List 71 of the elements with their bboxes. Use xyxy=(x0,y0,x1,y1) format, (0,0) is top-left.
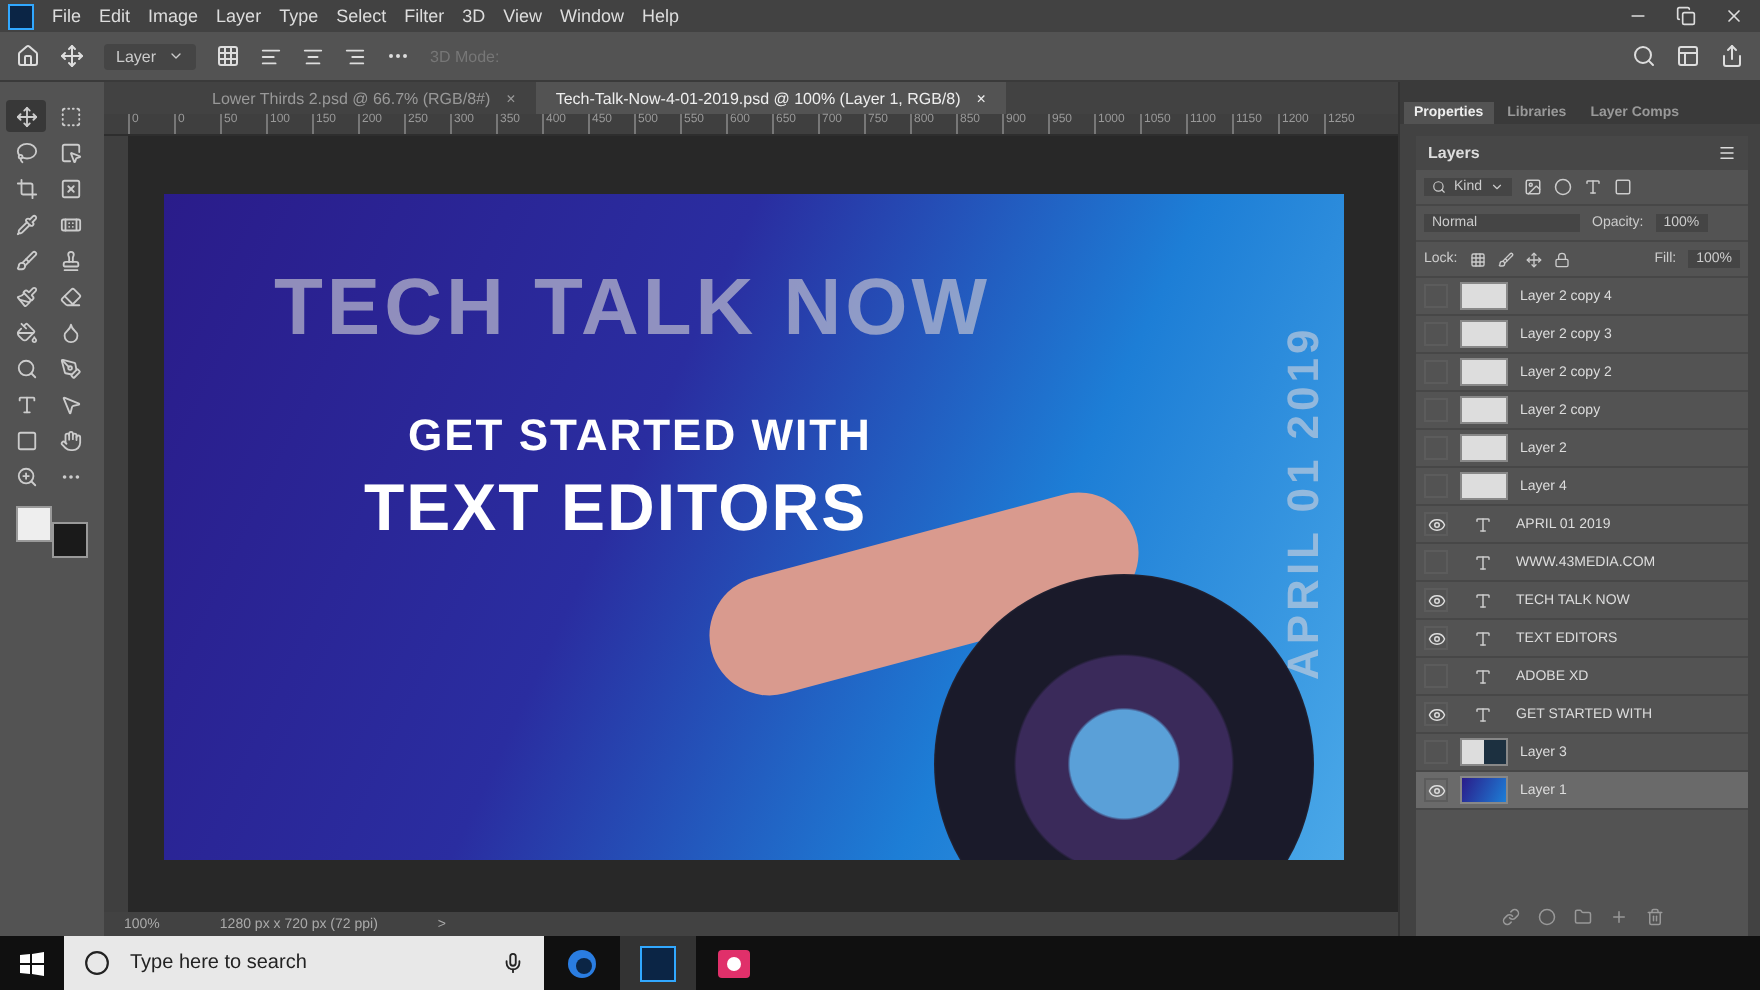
type-filter-icon[interactable] xyxy=(1584,178,1603,196)
title-text: TECH TALK NOW xyxy=(274,264,992,354)
adjustment-filter-icon[interactable] xyxy=(1554,178,1573,196)
menu-item[interactable]: Image xyxy=(148,6,199,26)
align-left-icon[interactable] xyxy=(260,45,283,67)
menu-item[interactable]: Filter xyxy=(404,6,445,26)
menu-item[interactable]: 3D xyxy=(462,6,486,26)
layer-thumbnail xyxy=(1460,472,1508,500)
menu-item[interactable]: View xyxy=(503,6,542,26)
chevron-down-icon xyxy=(1490,180,1505,194)
windows-logo-icon[interactable] xyxy=(20,951,44,975)
taskbar-search-field[interactable]: Type here to search xyxy=(64,936,544,990)
folder-icon[interactable] xyxy=(1573,908,1591,926)
move-lock-icon[interactable] xyxy=(1525,251,1542,267)
text-layer-icon xyxy=(1473,629,1491,647)
text-layer-icon xyxy=(1473,591,1491,609)
menu-item[interactable]: Select xyxy=(336,6,387,26)
align-center-icon[interactable] xyxy=(302,45,325,67)
menu-item[interactable]: Edit xyxy=(99,6,131,26)
subtitle-text: GET STARTED WITH xyxy=(408,410,872,462)
shape-filter-icon[interactable] xyxy=(1614,178,1633,196)
search-input[interactable]: Type here to search xyxy=(126,950,486,976)
chevron-down-icon xyxy=(168,48,185,64)
microphone-icon[interactable] xyxy=(502,952,524,974)
layer-thumbnail xyxy=(1460,282,1508,310)
home-icon[interactable] xyxy=(16,44,40,68)
restore-icon[interactable] xyxy=(1676,6,1696,26)
lock-pixels-icon[interactable] xyxy=(1469,251,1486,267)
link-icon[interactable] xyxy=(1501,908,1519,926)
headline-text: TEXT EDITORS xyxy=(364,470,868,546)
search-icon[interactable] xyxy=(1632,44,1656,68)
foreground-color-swatch[interactable] xyxy=(16,506,52,542)
grid-icon[interactable] xyxy=(216,44,241,68)
menu-item[interactable]: Help xyxy=(641,6,679,26)
date-text: APRIL 01 2019 xyxy=(1278,323,1330,680)
layer-thumbnail xyxy=(1460,396,1508,424)
layer-thumbnail xyxy=(1460,320,1508,348)
text-layer-icon xyxy=(1473,705,1491,723)
move-tool-icon[interactable] xyxy=(6,100,46,132)
layers-title: Layers xyxy=(1428,144,1480,162)
adjustment-icon[interactable] xyxy=(1537,908,1555,926)
search-icon xyxy=(1432,180,1446,194)
photoshop-taskbar-icon[interactable] xyxy=(620,936,696,990)
workspace-icon[interactable] xyxy=(1676,44,1700,68)
app-logo-icon xyxy=(8,3,34,29)
image-filter-icon[interactable] xyxy=(1524,178,1543,196)
layer-select[interactable]: Layer xyxy=(104,43,197,69)
layer-thumbnail xyxy=(1460,776,1508,804)
align-right-icon[interactable] xyxy=(344,45,367,67)
text-layer-icon xyxy=(1473,553,1491,571)
menu-item[interactable]: Window xyxy=(559,6,624,26)
trash-icon[interactable] xyxy=(1645,908,1663,926)
menu-icon[interactable] xyxy=(1718,144,1736,162)
lock-icon[interactable] xyxy=(1553,251,1570,267)
brush-lock-icon[interactable] xyxy=(1497,251,1514,267)
menu-item[interactable]: Layer xyxy=(216,6,262,26)
background-color-swatch[interactable] xyxy=(52,522,88,558)
menu-item[interactable]: Type xyxy=(279,6,319,26)
document-tab[interactable]: Tech-Talk-Now-4-01-2019.psd @ 100% (Layer 1, RGB/8) × xyxy=(535,82,1006,114)
close-icon[interactable] xyxy=(1724,6,1744,26)
menu-item[interactable]: File xyxy=(52,6,82,26)
text-layer-icon xyxy=(1473,515,1491,533)
layer-thumbnail xyxy=(1460,434,1508,462)
cortana-circle-icon xyxy=(84,950,110,976)
share-icon[interactable] xyxy=(1720,44,1744,68)
move-icon[interactable] xyxy=(60,44,84,68)
layer-thumbnail xyxy=(1460,358,1508,386)
tab-close[interactable]: × xyxy=(976,89,986,107)
layer-thumbnail xyxy=(1460,738,1508,766)
tab-close[interactable]: × xyxy=(506,89,516,107)
text-layer-icon xyxy=(1473,667,1491,685)
